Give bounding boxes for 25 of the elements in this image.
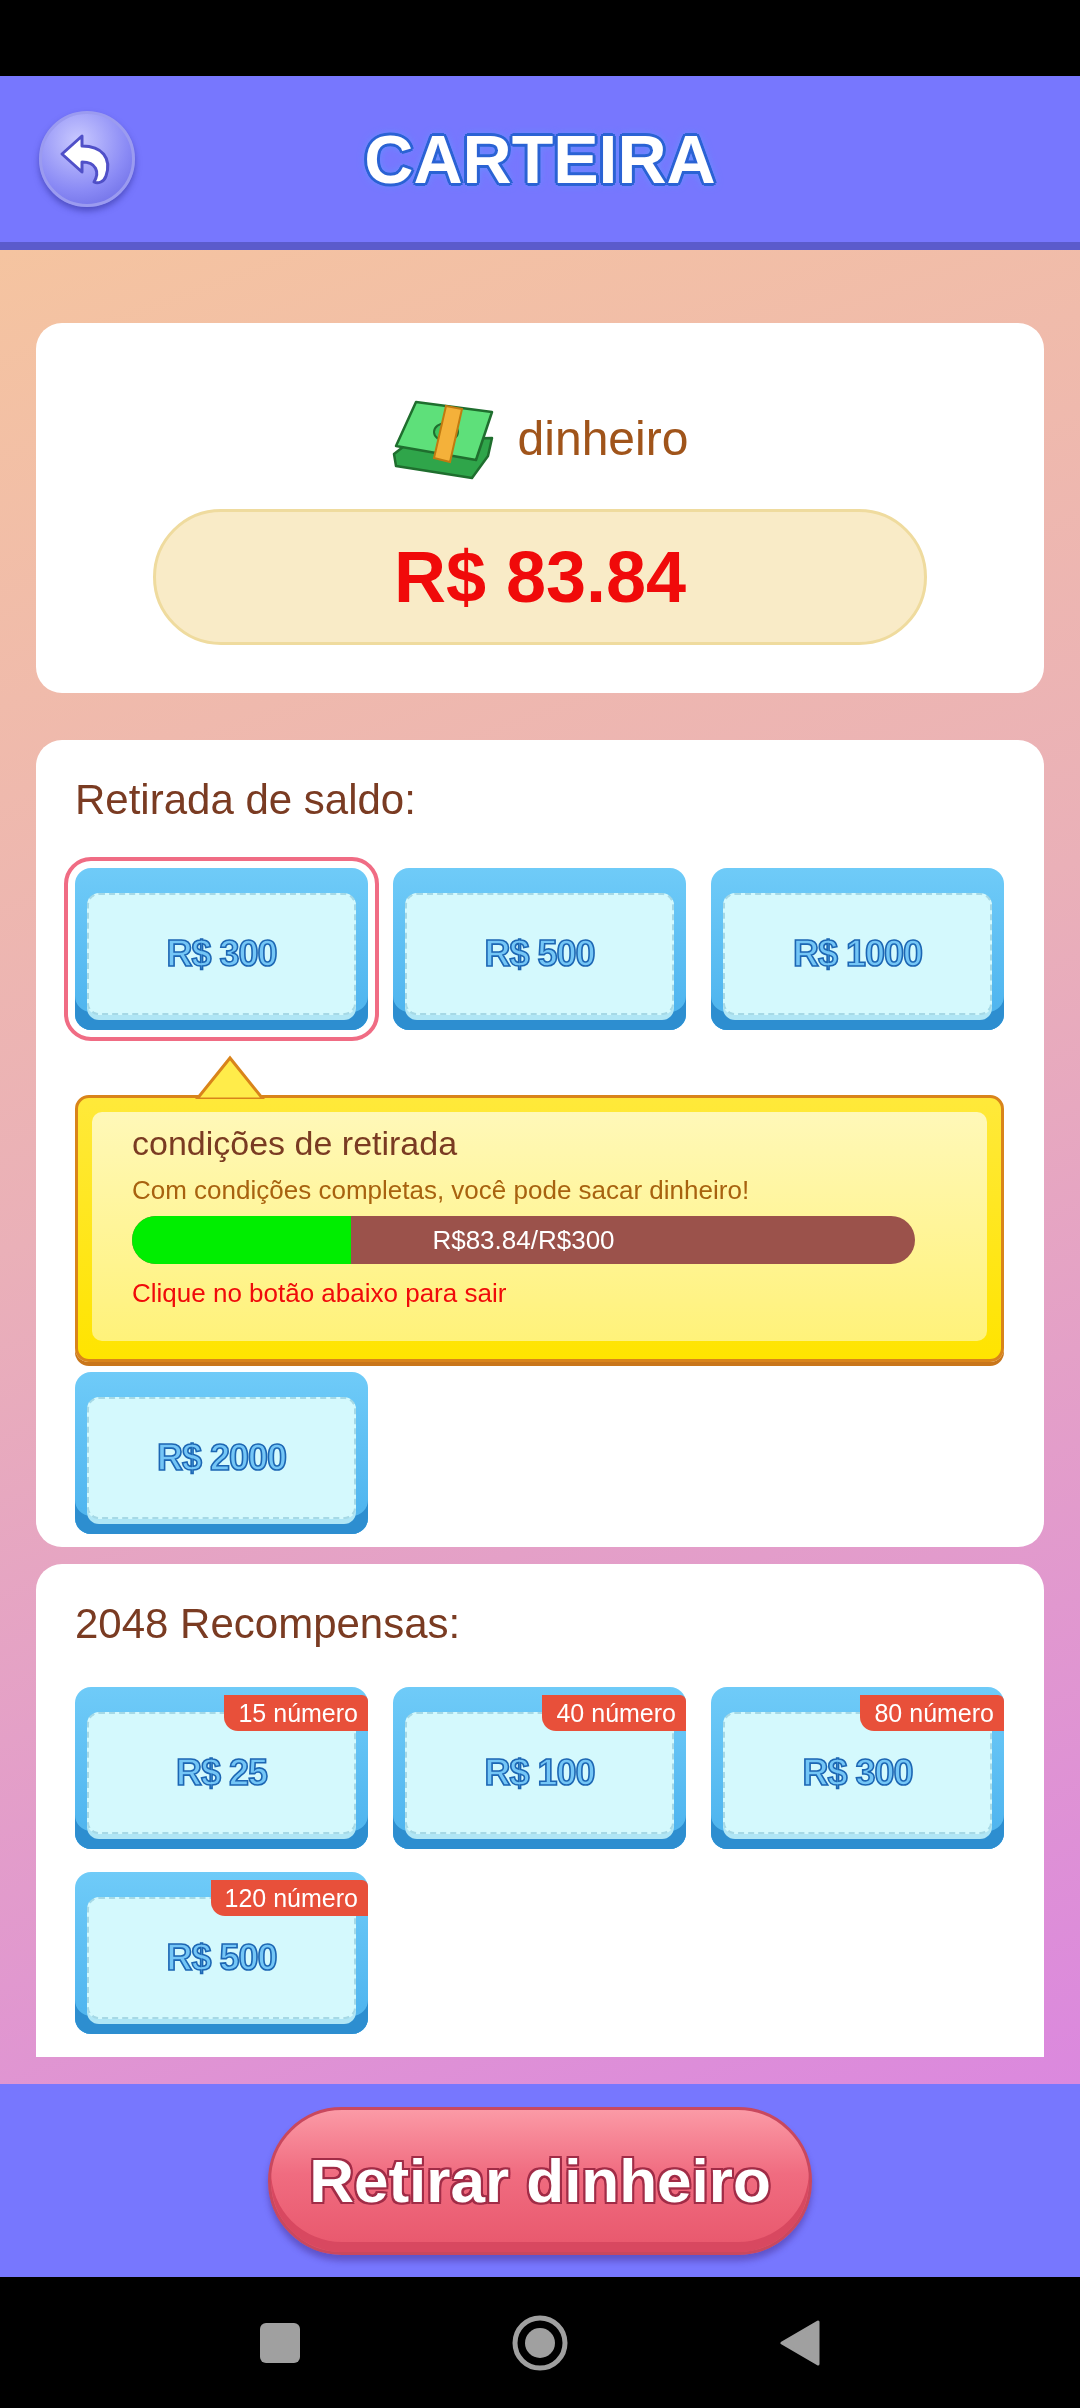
count-badge: 15 número xyxy=(224,1695,368,1731)
back-icon[interactable] xyxy=(780,2319,820,2366)
tooltip-title: condições de retirada xyxy=(132,1124,459,1163)
page-title: CARTEIRA xyxy=(364,120,716,198)
balance-amount: R$ 83.84 xyxy=(153,509,927,645)
recent-apps-icon[interactable] xyxy=(260,2322,300,2363)
amount-option[interactable]: 40 número R$ 100 xyxy=(393,1687,686,1849)
amount-option[interactable]: 80 número R$ 300 xyxy=(711,1687,1004,1849)
amount-option[interactable]: R$ 1000 xyxy=(711,868,1004,1030)
amount-option[interactable]: R$ 2000 xyxy=(75,1372,368,1534)
balance-label: dinheiro xyxy=(517,410,689,466)
home-icon[interactable] xyxy=(512,2314,568,2371)
count-badge: 40 número xyxy=(542,1695,686,1731)
section-heading: Retirada de saldo: xyxy=(75,775,417,825)
count-badge: 80 número xyxy=(860,1695,1004,1731)
amount-option[interactable]: 15 número R$ 25 xyxy=(75,1687,368,1849)
back-button[interactable] xyxy=(39,111,135,207)
count-badge: 120 número xyxy=(210,1880,368,1916)
withdraw-button[interactable]: Retirar dinheiro xyxy=(268,2106,812,2255)
amount-option[interactable]: 120 número R$ 500 xyxy=(75,1872,368,2034)
section-heading: 2048 Recompensas: xyxy=(75,1599,462,1649)
progress-text: R$83.84/R$300 xyxy=(432,1224,615,1256)
tooltip-message: Com condições completas, você pode sacar dinheiro! xyxy=(132,1175,751,1206)
amount-option[interactable]: R$ 500 xyxy=(393,868,686,1030)
tooltip-hint: Clique no botão abaixo para sair xyxy=(132,1278,508,1309)
